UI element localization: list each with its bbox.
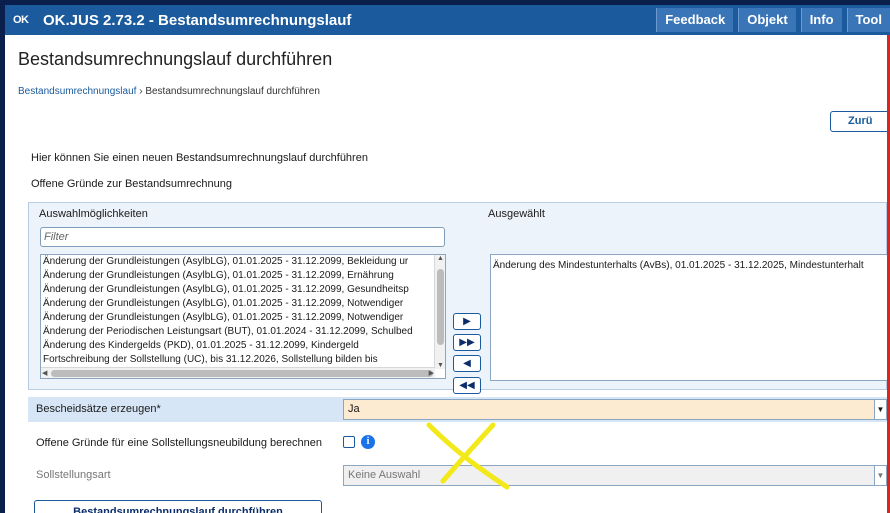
bescheid-value: Ja	[348, 403, 360, 415]
list-item[interactable]: Änderung der Grundleistungen (AsylbLG), …	[41, 297, 445, 311]
list-item[interactable]: Fortschreibung der Sollstellung (UC), bi…	[41, 353, 445, 367]
list-item[interactable]: Änderung des Kindergelds (PKD), 01.01.20…	[41, 339, 445, 353]
page-title: Bestandsumrechnungslauf durchführen	[18, 49, 333, 69]
info-icon[interactable]: i	[361, 435, 375, 449]
feedback-button[interactable]: Feedback	[656, 8, 734, 32]
available-label: Auswahlmöglichkeiten	[39, 208, 148, 220]
move-left-button[interactable]: ◀	[453, 355, 481, 372]
available-list[interactable]: Änderung der Grundleistungen (AsylbLG), …	[40, 254, 446, 379]
selected-list[interactable]: Änderung des Mindestunterhalts (AvBs), 0…	[490, 254, 887, 381]
section-label: Offene Gründe zur Bestandsumrechnung	[31, 178, 232, 190]
back-button[interactable]: Zurü	[830, 111, 887, 132]
horizontal-scrollbar[interactable]: ◀ ▶	[41, 367, 435, 378]
scroll-down-icon[interactable]: ▼	[437, 362, 444, 369]
vertical-scroll-thumb[interactable]	[437, 269, 444, 345]
sollstellungsart-label: Sollstellungsart	[36, 469, 111, 481]
annotation-cross-mark	[426, 422, 510, 490]
move-all-left-button[interactable]: ◀◀	[453, 377, 481, 394]
bescheid-select[interactable]: Ja ▼	[343, 399, 887, 420]
scroll-left-icon[interactable]: ◀	[42, 369, 47, 377]
move-all-right-button[interactable]: ▶▶	[453, 334, 481, 351]
window-titlebar: OK OK.JUS 2.73.2 - Bestandsumrechnungsla…	[5, 5, 890, 35]
top-toolbar: Feedback Objekt Info Tool	[656, 8, 890, 32]
app-logo: OK	[13, 14, 29, 26]
tool-button[interactable]: Tool	[846, 8, 890, 32]
list-item[interactable]: Änderung der Grundleistungen (AsylbLG), …	[41, 283, 445, 297]
list-item[interactable]: Änderung der Periodischen Leistungsart (…	[41, 325, 445, 339]
list-item[interactable]: Änderung der Grundleistungen (AsylbLG), …	[41, 311, 445, 325]
list-item[interactable]: Änderung der Grundleistungen (AsylbLG), …	[41, 269, 445, 283]
intro-text: Hier können Sie einen neuen Bestandsumre…	[31, 152, 368, 164]
main-content: Bestandsumrechnungslauf durchführen Best…	[5, 35, 887, 513]
chevron-down-icon: ▼	[874, 466, 886, 485]
breadcrumb-current: Bestandsumrechnungslauf durchführen	[145, 86, 320, 97]
breadcrumb: Bestandsumrechnungslauf › Bestandsumrech…	[18, 86, 320, 97]
offene-label: Offene Gründe für eine Sollstellungsneub…	[36, 437, 322, 449]
offene-checkbox[interactable]	[343, 436, 355, 448]
list-item[interactable]: Änderung des Mindestunterhalts (AvBs), 0…	[491, 255, 887, 275]
scroll-up-icon[interactable]: ▲	[437, 255, 444, 262]
breadcrumb-separator: ›	[139, 86, 143, 97]
objekt-button[interactable]: Objekt	[738, 8, 796, 32]
vertical-scrollbar[interactable]: ▲ ▼	[434, 255, 445, 369]
move-right-button[interactable]: ▶	[453, 313, 481, 330]
window-title: OK.JUS 2.73.2 - Bestandsumrechnungslauf	[43, 11, 352, 29]
run-button[interactable]: Bestandsumrechnungslauf durchführen	[34, 500, 322, 513]
sollstellungsart-value: Keine Auswahl	[348, 469, 421, 481]
horizontal-scroll-thumb[interactable]	[51, 370, 433, 377]
filter-input[interactable]: Filter	[40, 227, 445, 247]
bescheid-row: Bescheidsätze erzeugen* Ja ▼	[28, 397, 887, 422]
breadcrumb-link[interactable]: Bestandsumrechnungslauf	[18, 86, 136, 97]
dual-list-picker: Auswahlmöglichkeiten Ausgewählt Filter Ä…	[28, 202, 887, 394]
scroll-right-icon[interactable]: ▶	[429, 369, 434, 377]
chevron-down-icon[interactable]: ▼	[874, 400, 886, 419]
info-button[interactable]: Info	[800, 8, 842, 32]
bescheid-label: Bescheidsätze erzeugen*	[36, 403, 161, 415]
selected-label: Ausgewählt	[488, 208, 545, 220]
list-item[interactable]: Änderung der Grundleistungen (AsylbLG), …	[41, 255, 445, 269]
